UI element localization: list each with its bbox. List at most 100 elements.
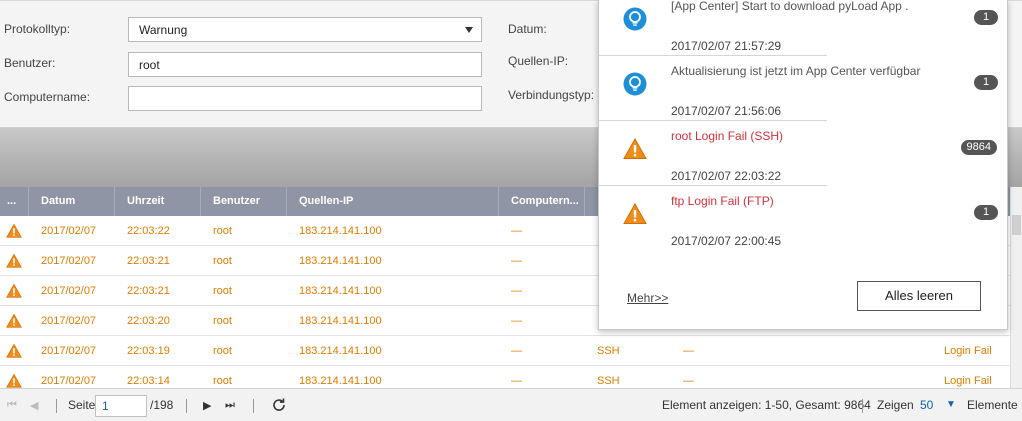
- date-label: Datum:: [508, 22, 547, 36]
- warning-icon: [6, 373, 23, 388]
- time-cell: 22:03:19: [127, 345, 170, 357]
- time-cell: 22:03:21: [127, 285, 170, 297]
- log-type-select[interactable]: Warnung: [128, 17, 482, 42]
- date-cell: 2017/02/07: [41, 375, 97, 387]
- notification-time: 2017/02/07 22:00:45: [671, 234, 782, 248]
- user-cell: root: [213, 345, 232, 357]
- date-cell: 2017/02/07: [41, 225, 97, 237]
- column-header-computer[interactable]: Computern...: [499, 187, 585, 216]
- notification-title: Aktualisierung ist jetzt im App Center v…: [671, 64, 921, 78]
- column-header-date[interactable]: Datum: [29, 187, 115, 216]
- lightbulb-icon: [623, 7, 647, 31]
- notification-count-badge: 9864: [960, 140, 997, 155]
- divider: [56, 399, 57, 413]
- notification-time: 2017/02/07 21:57:29: [671, 39, 782, 53]
- table-row[interactable]: 2017/02/07 22:03:14 root 183.214.141.100 — SS…: [0, 366, 1010, 388]
- divider: [599, 120, 827, 121]
- action-cell: Login Fail: [944, 375, 992, 387]
- computer-cell: —: [511, 225, 522, 237]
- notification-count-badge: 1: [974, 10, 998, 25]
- page-total: /198: [150, 398, 174, 412]
- user-label: Benutzer:: [4, 56, 56, 70]
- notification-title: ftp Login Fail (FTP): [671, 194, 774, 208]
- resource-cell: —: [683, 345, 694, 357]
- lightbulb-icon: [623, 72, 647, 96]
- notification-dropdown: Mehr>> Alles leeren [App Center] Start t…: [598, 0, 1008, 330]
- user-cell: root: [213, 285, 232, 297]
- notification-count-badge: 1: [974, 75, 998, 90]
- warning-icon: [6, 313, 23, 329]
- items-label: Elemente: [967, 398, 1018, 412]
- connection-type-label: Verbindungstyp:: [508, 88, 595, 102]
- chevron-down-icon[interactable]: ▼: [946, 399, 956, 410]
- log-type-value: Warnung: [139, 23, 188, 37]
- warning-icon: [6, 283, 23, 299]
- column-header-user[interactable]: Benutzer: [201, 187, 287, 216]
- computer-name-input[interactable]: [128, 86, 482, 111]
- source-ip-cell: 183.214.141.100: [299, 225, 382, 237]
- source-ip-label: Quellen-IP:: [508, 54, 569, 68]
- divider: [253, 399, 254, 413]
- notification-item[interactable]: Aktualisierung ist jetzt im App Center v…: [599, 59, 1009, 124]
- notification-time: 2017/02/07 21:56:06: [671, 104, 782, 118]
- date-cell: 2017/02/07: [41, 255, 97, 267]
- divider: [186, 399, 187, 413]
- column-header-time[interactable]: Uhrzeit: [115, 187, 201, 216]
- previous-page-icon[interactable]: ◀: [30, 399, 38, 412]
- user-input[interactable]: root: [128, 52, 482, 77]
- warning-icon: [623, 202, 647, 226]
- divider: [599, 185, 827, 186]
- more-link[interactable]: Mehr>>: [627, 291, 668, 305]
- computer-cell: —: [511, 345, 522, 357]
- notification-count-badge: 1: [974, 205, 998, 220]
- notification-title: [App Center] Start to download pyLoad Ap…: [671, 0, 909, 13]
- column-header-type[interactable]: ...: [0, 187, 29, 216]
- source-ip-cell: 183.214.141.100: [299, 315, 382, 327]
- source-ip-cell: 183.214.141.100: [299, 255, 382, 267]
- chevron-down-icon: [465, 27, 473, 33]
- notification-title: root Login Fail (SSH): [671, 129, 784, 143]
- date-cell: 2017/02/07: [41, 345, 97, 357]
- source-ip-cell: 183.214.141.100: [299, 285, 382, 297]
- time-cell: 22:03:20: [127, 315, 170, 327]
- time-cell: 22:03:21: [127, 255, 170, 267]
- last-page-icon[interactable]: ⏭: [225, 399, 235, 412]
- warning-icon: [6, 223, 23, 239]
- notification-item[interactable]: [App Center] Start to download pyLoad Ap…: [599, 0, 1009, 59]
- warning-icon: [623, 137, 647, 161]
- clear-all-button[interactable]: Alles leeren: [857, 281, 981, 311]
- warning-icon: [6, 253, 23, 269]
- computer-cell: —: [511, 315, 522, 327]
- computer-name-label: Computername:: [4, 90, 91, 104]
- scrollbar-thumb[interactable]: [1012, 215, 1021, 235]
- source-ip-cell: 183.214.141.100: [299, 345, 382, 357]
- notification-item[interactable]: ftp Login Fail (FTP) 2017/02/07 22:00:45 1: [599, 189, 1009, 254]
- show-label: Zeigen: [877, 398, 914, 412]
- page-size-select[interactable]: 50: [920, 398, 933, 412]
- divider: [599, 55, 827, 56]
- vertical-scrollbar[interactable]: [1010, 187, 1022, 388]
- display-info: Element anzeigen: 1-50, Gesamt: 9864: [662, 398, 871, 412]
- notification-item[interactable]: root Login Fail (SSH) 2017/02/07 22:03:22…: [599, 124, 1009, 189]
- column-header-source-ip[interactable]: Quellen-IP: [287, 187, 499, 216]
- user-cell: root: [213, 225, 232, 237]
- refresh-icon[interactable]: [271, 397, 287, 413]
- table-row[interactable]: 2017/02/07 22:03:19 root 183.214.141.100 — SS…: [0, 336, 1010, 366]
- computer-cell: —: [511, 285, 522, 297]
- next-page-icon[interactable]: ▶: [203, 399, 211, 412]
- pagination-bar: ⏮ ◀ Seite 1 /198 ▶ ⏭ Element anzeigen: 1…: [0, 388, 1022, 421]
- time-cell: 22:03:22: [127, 225, 170, 237]
- computer-cell: —: [511, 255, 522, 267]
- user-cell: root: [213, 375, 232, 387]
- page-label: Seite: [68, 398, 96, 412]
- date-cell: 2017/02/07: [41, 315, 97, 327]
- connection-type-cell: SSH: [597, 375, 620, 387]
- warning-icon: [6, 343, 23, 359]
- page-number-input[interactable]: 1: [95, 395, 147, 417]
- divider: [862, 399, 863, 413]
- log-type-label: Protokolltyp:: [4, 22, 71, 36]
- time-cell: 22:03:14: [127, 375, 170, 387]
- first-page-icon[interactable]: ⏮: [7, 399, 17, 412]
- action-cell: Login Fail: [944, 345, 992, 357]
- user-cell: root: [213, 315, 232, 327]
